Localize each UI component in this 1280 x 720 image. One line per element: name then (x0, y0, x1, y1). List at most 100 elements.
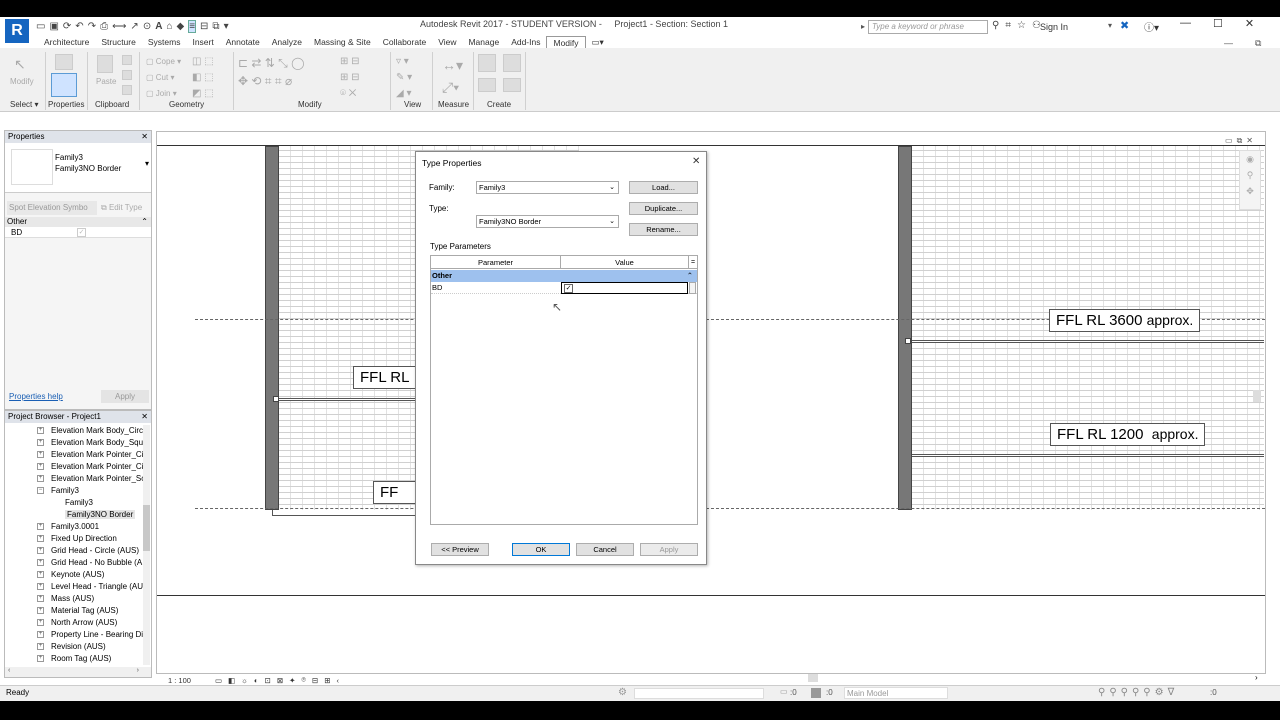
list-item[interactable]: Family3NO Border (5, 509, 145, 521)
expand-icon[interactable]: + (37, 427, 44, 434)
duplicate-button[interactable]: Duplicate... (629, 202, 698, 215)
list-item[interactable]: + Mass (AUS) (5, 593, 145, 605)
copy-clipboard-icon[interactable] (122, 70, 132, 80)
canvas-vscroll-thumb[interactable] (1253, 390, 1261, 402)
expand-icon[interactable]: + (37, 559, 44, 566)
pin-icon[interactable]: ⌾ ✕ (340, 86, 360, 102)
create-similar-icon[interactable] (503, 78, 521, 92)
rename-button[interactable]: Rename... (629, 223, 698, 236)
array-icon[interactable]: ⊞ ⊟ (340, 54, 360, 70)
pan-icon[interactable]: ✥ (1240, 183, 1260, 199)
ribbon-minimize-icon[interactable]: ▭▾ (586, 36, 610, 48)
section-icon[interactable]: ◆ (176, 21, 184, 32)
list-item[interactable]: + Family3.0001 (5, 521, 145, 533)
properties-group-other[interactable]: Other ⌃ (5, 217, 151, 227)
zoom-icon[interactable]: ⚲ (1240, 167, 1260, 183)
tab-add-ins[interactable]: Add-Ins (505, 36, 546, 48)
spot-elevation-tag-left-1[interactable]: FFL RL (353, 366, 419, 389)
collapse-icon[interactable]: − (37, 487, 44, 494)
browser-scrollbar[interactable] (143, 425, 150, 665)
expand-icon[interactable]: + (37, 439, 44, 446)
collapse-group-icon[interactable]: ⌃ (141, 217, 148, 227)
subscription-icon[interactable]: ⌗ (1005, 20, 1011, 31)
properties-apply-button[interactable]: Apply (101, 390, 149, 403)
modify-cursor-icon[interactable]: ↖ (14, 56, 26, 73)
sign-in-button[interactable]: Sign In (1040, 22, 1068, 32)
browser-scroll-thumb[interactable] (143, 505, 150, 551)
close-browser-icon[interactable]: ✕ (141, 411, 148, 423)
expand-icon[interactable]: + (37, 523, 44, 530)
dialog-close-icon[interactable]: ✕ (692, 156, 700, 167)
family-combobox[interactable]: Family3 ⌄ (476, 181, 619, 194)
view-close-icon[interactable]: ✕ (1246, 136, 1253, 146)
list-item[interactable]: + Elevation Mark Body_Squa (5, 437, 145, 449)
expand-icon[interactable]: + (37, 475, 44, 482)
dialog-apply-button[interactable]: Apply (640, 543, 698, 556)
expand-icon[interactable]: + (37, 451, 44, 458)
tab-modify[interactable]: Modify (546, 36, 586, 48)
hide-icon[interactable]: ▿ ▾ (396, 54, 412, 70)
switch-windows-icon[interactable]: ⧉ (212, 21, 219, 32)
list-item[interactable]: + Elevation Mark Pointer_Sc (5, 473, 145, 485)
undo-icon[interactable]: ↶ (75, 21, 83, 32)
bd-checkbox[interactable]: ✓ (564, 284, 573, 293)
preview-button[interactable]: << Preview (431, 543, 489, 556)
search-expand-icon[interactable]: ▸ (861, 22, 865, 31)
list-item[interactable]: + Elevation Mark Pointer_Ci (5, 461, 145, 473)
worksets-icon[interactable]: ⚙ (618, 687, 627, 698)
instance-filter-dropdown[interactable]: Spot Elevation Symbo (7, 201, 97, 215)
expand-icon[interactable]: + (37, 607, 44, 614)
cope-button[interactable]: Cope (156, 57, 175, 66)
tab-structure[interactable]: Structure (95, 36, 142, 48)
maximize-icon[interactable]: ☐ (1213, 17, 1223, 30)
editable-only-icon[interactable]: ▭ (780, 687, 788, 696)
grid-row-scroll[interactable] (689, 282, 696, 294)
visual-style-icon[interactable]: ◧ (228, 676, 235, 685)
grip-right[interactable] (905, 338, 911, 344)
type-properties-icon[interactable] (55, 54, 73, 70)
list-item[interactable]: + North Arrow (AUS) (5, 617, 145, 629)
reveal-hidden-icon[interactable]: ⌾ (301, 675, 306, 685)
cut-clipboard-icon[interactable] (122, 55, 132, 65)
scale-icon[interactable]: ⊞ ⊟ (340, 70, 360, 86)
worksharing-icon[interactable]: ⊟ (312, 676, 318, 685)
view-bar-scroll-left-icon[interactable]: ‹ (337, 676, 340, 685)
canvas-hscroll-thumb[interactable] (808, 674, 818, 682)
create-parts-icon[interactable] (503, 54, 521, 72)
cut-geometry-button[interactable]: Cut (156, 73, 168, 82)
load-button[interactable]: Load... (629, 181, 698, 194)
type-selector[interactable]: Family3 Family3NO Border ▾ (5, 143, 151, 193)
expand-icon[interactable]: + (37, 535, 44, 542)
rotate-mirror-icons[interactable]: ✥ ⟲ ⌗ ⌗ ⌀ (238, 72, 305, 90)
list-item[interactable]: − Family3 (5, 485, 145, 497)
expand-icon[interactable]: + (37, 631, 44, 638)
close-window-icon[interactable]: ✕ (1245, 17, 1254, 30)
view-minimize-icon[interactable]: ▭ (1225, 136, 1233, 146)
open-icon[interactable]: ▭ (36, 21, 45, 32)
exchange-apps-icon[interactable]: ✖ (1120, 19, 1129, 32)
analytical-model-icon[interactable]: ⊞ (324, 676, 330, 685)
expand-icon[interactable]: + (37, 571, 44, 578)
type-selector-dropdown-icon[interactable]: ▾ (145, 159, 149, 168)
scroll-left-icon[interactable]: ‹ (8, 667, 10, 674)
paint-icon[interactable]: ◧ ⬚ (192, 70, 214, 86)
workset-dropdown[interactable] (634, 688, 764, 699)
list-item[interactable]: + Keynote (AUS) (5, 569, 145, 581)
tab-insert[interactable]: Insert (186, 36, 219, 48)
list-item[interactable]: + Room Tag (AUS) (5, 653, 145, 665)
list-item[interactable]: + Grid Head - Circle (AUS) (5, 545, 145, 557)
drawing-canvas[interactable]: FFL RL FF FFL RL 3600 approx. FFL RL 120… (156, 131, 1266, 674)
column-value[interactable]: Value (561, 256, 689, 268)
list-item[interactable]: + Material Tag (AUS) (5, 605, 145, 617)
type-combobox[interactable]: Family3NO Border ⌄ (476, 215, 619, 228)
star-icon[interactable]: ☆ (1017, 20, 1026, 31)
tag-icon[interactable]: ⊙ (143, 21, 151, 32)
binoculars-icon[interactable]: ⚲ (992, 20, 999, 31)
text-icon[interactable]: A (155, 21, 162, 32)
cancel-button[interactable]: Cancel (576, 543, 634, 556)
search-input[interactable]: Type a keyword or phrase (868, 20, 988, 34)
expand-icon[interactable]: + (37, 547, 44, 554)
view-restore-icon[interactable]: ⧉ (1237, 136, 1243, 146)
grid-collapse-icon[interactable]: ⌃ (687, 270, 693, 282)
customize-qat-icon[interactable]: ▾ (224, 21, 229, 32)
